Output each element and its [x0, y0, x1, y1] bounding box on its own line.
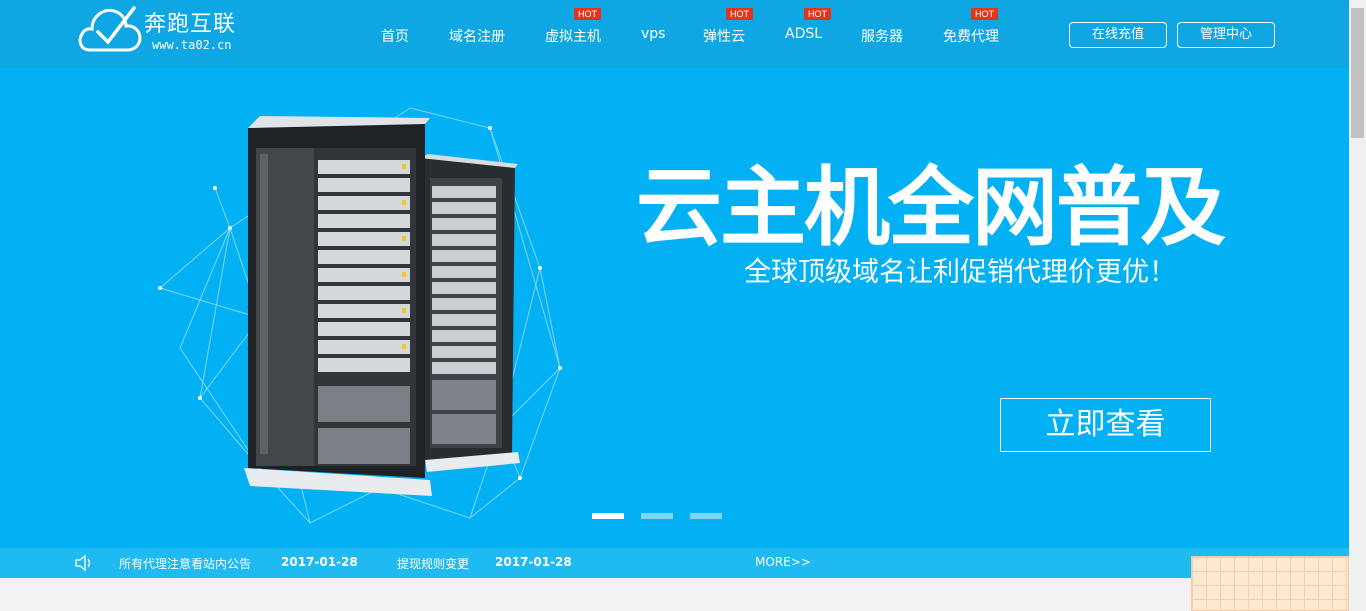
notice-item-date: 2017-01-28	[281, 555, 358, 569]
nav-item-label: 首页	[381, 29, 409, 45]
slider-dot-1[interactable]	[592, 513, 624, 519]
scrollbar-thumb[interactable]	[1351, 8, 1364, 138]
more-notices-link[interactable]: MORE>>	[755, 555, 811, 569]
banner-headline: 云主机全网普及	[636, 158, 1226, 258]
view-now-button[interactable]: 立即查看	[1000, 398, 1211, 452]
nav-item-label: 免费代理	[943, 29, 999, 45]
nav-item-label: 虚拟主机	[545, 29, 601, 45]
nav-item-label: ADSL	[785, 26, 823, 42]
admin-center-button[interactable]: 管理中心	[1177, 22, 1275, 48]
site-logo[interactable]: 奔跑互联 www.ta02.cn	[76, 2, 256, 56]
nav-item-label: vps	[641, 26, 666, 42]
page-scrollbar[interactable]	[1349, 0, 1366, 611]
nav-item-label: 域名注册	[449, 29, 505, 45]
server-rack-illustration	[158, 107, 562, 524]
cloud-check-icon	[78, 6, 142, 52]
nav-item-elastic-cloud[interactable]: HOT 弹性云	[703, 8, 753, 46]
nav-item-free-agent[interactable]: HOT 免费代理	[943, 8, 999, 46]
brand-url: www.ta02.cn	[152, 38, 232, 52]
nav-item-label: 弹性云	[703, 29, 745, 45]
speaker-icon	[75, 554, 91, 572]
nav-item-virtual-host[interactable]: HOT 虚拟主机	[545, 8, 601, 46]
hot-badge: HOT	[726, 8, 753, 20]
nav-item-label: 服务器	[861, 29, 903, 45]
nav-item-domain[interactable]: 域名注册	[449, 26, 505, 46]
slider-dot-2[interactable]	[641, 513, 673, 519]
hot-badge: HOT	[804, 8, 831, 20]
floating-service-panel[interactable]	[1191, 556, 1349, 611]
notice-bar: 所有代理注意看站内公告 2017-01-28 提现规则变更 2017-01-28…	[0, 548, 1349, 578]
hero-banner: 云主机全网普及 全球顶级域名让利促销代理价更优！ 立即查看	[0, 68, 1349, 548]
top-header: 奔跑互联 www.ta02.cn 首页 域名注册 HOT 虚拟主机 vps HO…	[0, 0, 1349, 68]
notice-item-title[interactable]: 所有代理注意看站内公告	[119, 555, 251, 572]
brand-name: 奔跑互联	[144, 12, 237, 37]
nav-item-adsl[interactable]: HOT ADSL	[785, 8, 831, 42]
panel-pattern	[1192, 557, 1348, 610]
nav-item-vps[interactable]: vps	[641, 26, 665, 42]
nav-item-server[interactable]: 服务器	[861, 26, 903, 46]
nav-item-home[interactable]: 首页	[381, 26, 409, 46]
slider-dot-3[interactable]	[690, 513, 722, 519]
banner-subline: 全球顶级域名让利促销代理价更优！	[744, 257, 1176, 288]
hot-badge: HOT	[971, 8, 998, 20]
notice-item-date: 2017-01-28	[495, 555, 572, 569]
hot-badge: HOT	[574, 8, 601, 20]
notice-item-title[interactable]: 提现规则变更	[397, 555, 469, 572]
recharge-button[interactable]: 在线充值	[1069, 22, 1167, 48]
